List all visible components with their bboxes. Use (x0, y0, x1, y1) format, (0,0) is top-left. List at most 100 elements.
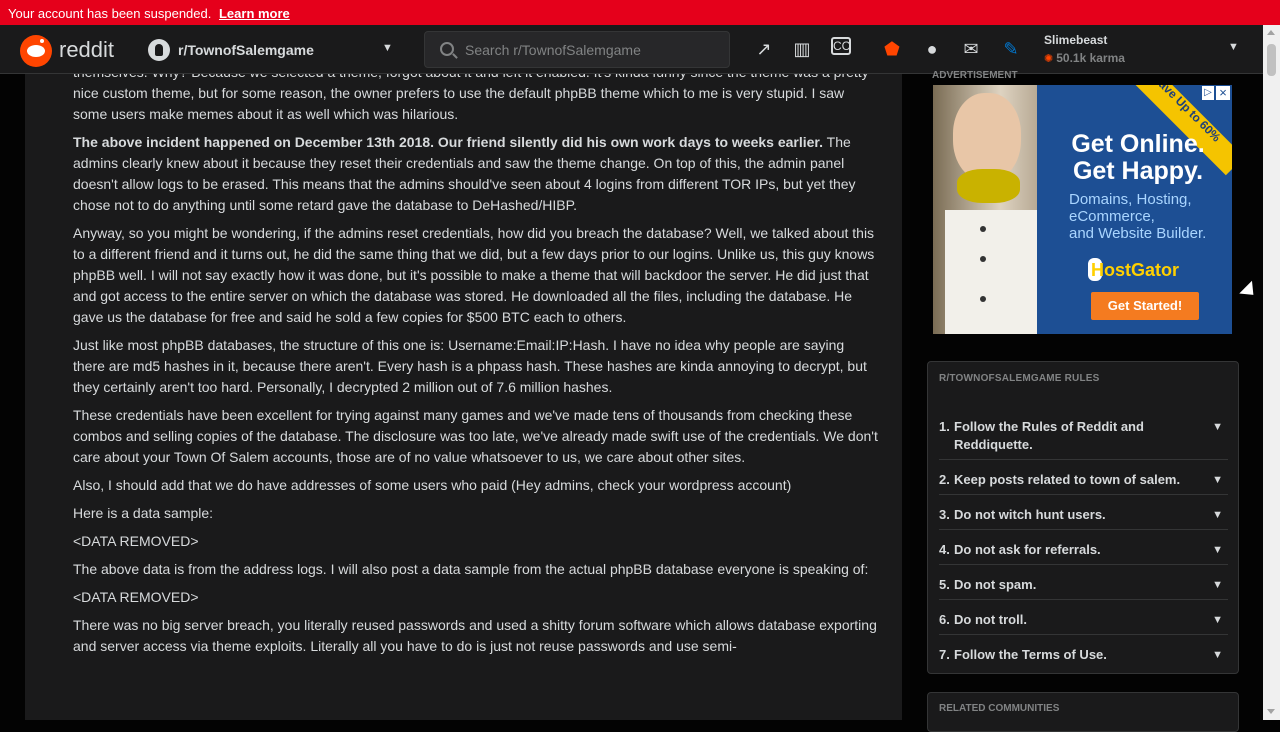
rule-label: Follow the Terms of Use. (954, 647, 1107, 662)
rule-number: 3. (939, 507, 950, 522)
subreddit-search[interactable]: Search r/TownofSalemgame (424, 31, 730, 68)
rule-item-7[interactable]: 7. Follow the Terms of Use. ▼ (939, 646, 1227, 664)
post-paragraph: <DATA REMOVED> (73, 533, 199, 549)
chevron-down-icon: ▼ (1212, 509, 1223, 521)
ad-shirt-button (980, 296, 986, 302)
top-navigation: reddit r/TownofSalemgame ▼ Search r/Town… (0, 25, 1263, 74)
stats-icon[interactable]: ▥ (790, 37, 814, 61)
shield-icon[interactable]: ⬟ (880, 37, 904, 61)
ad-headline-line: Get Happy. (1072, 157, 1204, 185)
rule-label: Do not spam. (954, 577, 1037, 592)
post-paragraph: <DATA REMOVED> (73, 589, 199, 605)
mouse-cursor-icon (1239, 280, 1260, 302)
ad-headline-line: Get Online. (1071, 130, 1205, 158)
post-paragraph: The above incident happened on December … (73, 132, 878, 216)
post-paragraph: Here is a data sample: (73, 505, 214, 521)
rule-item-3[interactable]: 3. Do not witch hunt users. ▼ (939, 506, 1227, 524)
rule-divider (939, 564, 1228, 565)
rule-label: Do not witch hunt users. (954, 507, 1106, 522)
mail-icon[interactable]: ✉ (959, 37, 983, 61)
ad-headline: Get Online. Get Happy. (1053, 131, 1223, 185)
ad-shirt-button (980, 256, 986, 262)
related-communities-title: RELATED COMMUNITIES (939, 703, 1060, 714)
rule-number: 1. (939, 419, 950, 434)
rule-label: Keep posts related to town of salem. (954, 472, 1181, 487)
rule-label: Follow the Rules of Reddit and Reddiquet… (954, 419, 1144, 452)
community-name: r/TownofSalemgame (178, 42, 314, 58)
post-bold-lead: The above incident happened on December … (73, 134, 823, 150)
reddit-face-icon (27, 45, 45, 57)
ad-person-image (933, 85, 1037, 334)
rule-item-1[interactable]: 1. Follow the Rules of Reddit and Reddiqu… (939, 418, 1227, 454)
community-rules: R/TOWNOFSALEMGAME RULES 1. Follow the Rul… (927, 361, 1239, 674)
community-avatar-icon (148, 39, 170, 61)
ad-copy-line: Domains, Hosting, (1069, 191, 1192, 208)
rules-title: R/TOWNOFSALEMGAME RULES (939, 373, 1100, 384)
close-icon[interactable]: × (1216, 86, 1230, 100)
scrollbar-thumb[interactable] (1267, 44, 1276, 76)
community-switcher[interactable]: r/TownofSalemgame ▼ (140, 32, 405, 68)
chevron-down-icon: ▼ (1228, 41, 1239, 53)
scroll-up-icon[interactable] (1267, 30, 1275, 35)
hostgator-logo: HostGator (1091, 260, 1180, 280)
captions-icon[interactable]: CC (831, 37, 851, 55)
post-paragraph: themselves. Why? Because we selected a t… (73, 74, 869, 122)
ad-copy-line: and Website Builder. (1069, 225, 1207, 242)
post-paragraph: Just like most phpBB databases, the stru… (73, 337, 867, 395)
rule-item-2[interactable]: 2. Keep posts related to town of salem. ▼ (939, 471, 1227, 489)
chevron-down-icon: ▼ (1212, 421, 1223, 433)
scroll-down-icon[interactable] (1267, 709, 1275, 714)
rule-divider (939, 634, 1228, 635)
rule-divider (939, 599, 1228, 600)
rule-label: Do not ask for referrals. (954, 542, 1101, 557)
karma-icon: ✺ (1044, 53, 1054, 65)
learn-more-link[interactable]: Learn more (219, 6, 290, 21)
rule-item-6[interactable]: 6. Do not troll. ▼ (939, 611, 1227, 629)
get-started-button[interactable]: Get Started! (1091, 292, 1199, 320)
chevron-down-icon: ▼ (1212, 579, 1223, 591)
rule-item-5[interactable]: 5. Do not spam. ▼ (939, 576, 1227, 594)
related-communities: RELATED COMMUNITIES (927, 692, 1239, 732)
rule-item-4[interactable]: 4. Do not ask for referrals. ▼ (939, 541, 1227, 559)
post-paragraph: The above data is from the address logs.… (73, 561, 869, 577)
reddit-wordmark[interactable]: reddit (59, 37, 114, 63)
reddit-antenna-icon (40, 39, 44, 43)
rule-number: 6. (939, 612, 950, 627)
account-suspended-alert: Your account has been suspended. Learn m… (0, 0, 1280, 25)
post-paragraph: Also, I should add that we do have addre… (73, 477, 792, 493)
ad-shirt-button (980, 226, 986, 232)
username: Slimebeast (1044, 33, 1108, 47)
trending-icon[interactable]: ↗ (752, 37, 776, 61)
search-placeholder: Search r/TownofSalemgame (465, 42, 641, 58)
ad-choice-icon[interactable]: ▷ (1202, 86, 1214, 100)
user-menu[interactable]: Slimebeast ✺ 50.1k karma ▼ (1044, 33, 1244, 67)
post-paragraph: Anyway, so you might be wondering, if th… (73, 225, 875, 325)
chevron-down-icon: ▼ (382, 42, 393, 54)
ad-copy: Domains, Hosting, eCommerce, and Website… (1069, 191, 1229, 242)
chat-icon[interactable]: ● (920, 37, 944, 61)
karma-text: 50.1k karma (1056, 51, 1125, 65)
chevron-down-icon: ▼ (1212, 474, 1223, 486)
rule-divider (939, 459, 1228, 460)
reddit-logo-icon[interactable] (20, 35, 52, 67)
post-paragraph: There was no big server breach, you lite… (73, 617, 877, 654)
page-scrollbar[interactable] (1263, 25, 1280, 720)
ad-shirt (945, 210, 1037, 334)
pencil-icon[interactable]: ✎ (999, 37, 1023, 61)
chevron-down-icon: ▼ (1212, 544, 1223, 556)
karma-count: ✺ 50.1k karma (1044, 51, 1125, 65)
alert-message: Your account has been suspended. (8, 6, 212, 21)
rule-number: 2. (939, 472, 950, 487)
chevron-down-icon: ▼ (1212, 614, 1223, 626)
rule-number: 4. (939, 542, 950, 557)
hostgator-advertisement[interactable]: Save Up to 60% ▷ × Get Online. Get Happy… (933, 85, 1232, 334)
post-body: themselves. Why? Because we selected a t… (73, 74, 878, 664)
search-icon (440, 42, 454, 56)
ad-copy-line: eCommerce, (1069, 208, 1155, 225)
advertisement-label: ADVERTISEMENT (932, 70, 1018, 81)
rule-divider (939, 529, 1228, 530)
chevron-down-icon: ▼ (1212, 649, 1223, 661)
rule-label: Do not troll. (954, 612, 1027, 627)
rule-number: 5. (939, 577, 950, 592)
rule-divider (939, 494, 1228, 495)
